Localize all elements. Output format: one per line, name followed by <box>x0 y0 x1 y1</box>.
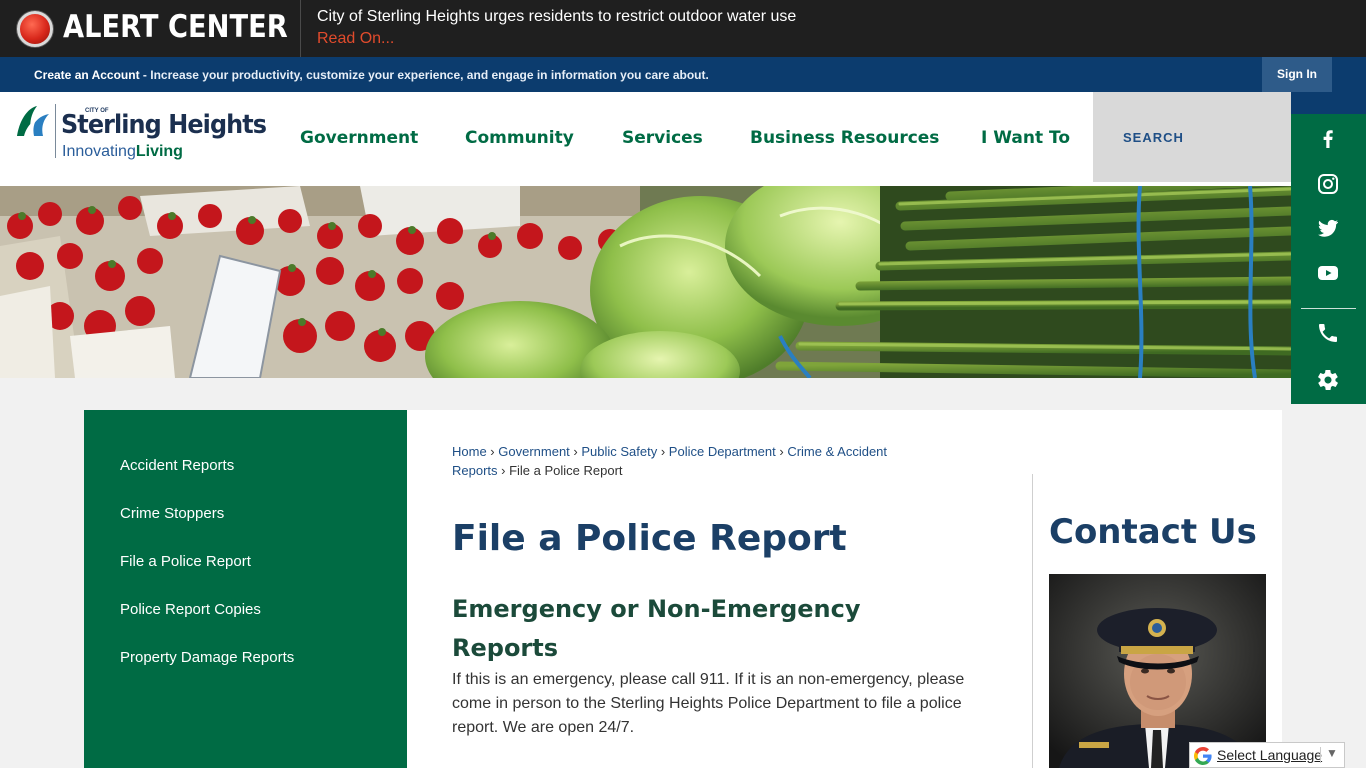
nav-community[interactable]: Community <box>465 128 574 148</box>
create-account-link[interactable]: Create an Account <box>34 68 140 82</box>
account-message: Create an Account - Increase your produc… <box>34 68 709 82</box>
site-logo[interactable]: CITY OF Sterling Heights InnovatingLivin… <box>15 102 267 162</box>
nav-services[interactable]: Services <box>622 128 703 148</box>
facebook-icon[interactable] <box>1316 126 1340 150</box>
column-divider <box>1032 474 1033 768</box>
breadcrumb-government[interactable]: Government <box>498 444 570 459</box>
youtube-icon[interactable] <box>1316 261 1340 285</box>
sidenav-file-a-police-report[interactable]: File a Police Report <box>120 553 251 570</box>
social-rail-divider <box>1301 308 1356 309</box>
contact-us-title: Contact Us <box>1049 512 1257 552</box>
chevron-down-icon[interactable]: ▼ <box>1326 746 1338 760</box>
nav-business-resources[interactable]: Business Resources <box>750 128 939 148</box>
officer-portrait-illustration <box>1049 574 1266 768</box>
sidenav-crime-stoppers[interactable]: Crime Stoppers <box>120 505 224 522</box>
sign-in-button[interactable]: Sign In <box>1262 57 1332 92</box>
section-side-nav: Accident Reports Crime Stoppers File a P… <box>84 410 407 768</box>
alert-headline[interactable]: City of Sterling Heights urges residents… <box>317 8 796 26</box>
logo-tagline: InnovatingLiving <box>62 143 183 161</box>
gear-icon[interactable] <box>1316 368 1340 392</box>
search-input[interactable]: SEARCH <box>1093 92 1292 182</box>
site-header: CITY OF Sterling Heights InnovatingLivin… <box>0 92 1292 186</box>
search-label: SEARCH <box>1123 130 1184 145</box>
social-rail <box>1291 92 1366 404</box>
logo-mark-icon <box>17 106 49 136</box>
hero-produce-illustration <box>0 186 1292 378</box>
logo-tagline-bold: Living <box>135 143 183 160</box>
section-subtitle: Emergency or Non-Emergency Reports <box>452 595 861 662</box>
sidenav-police-report-copies[interactable]: Police Report Copies <box>120 601 261 618</box>
instagram-icon[interactable] <box>1316 172 1340 196</box>
logo-tagline-prefix: Innovating <box>62 143 136 160</box>
logo-divider <box>55 104 56 158</box>
page-title: File a Police Report <box>452 518 847 559</box>
account-bar: Create an Account - Increase your produc… <box>0 57 1366 92</box>
alert-light-icon <box>17 11 53 47</box>
breadcrumb-home[interactable]: Home <box>452 444 487 459</box>
sidenav-accident-reports[interactable]: Accident Reports <box>120 457 234 474</box>
breadcrumb: Home › Government › Public Safety › Poli… <box>452 444 888 478</box>
social-rail-body <box>1291 114 1366 404</box>
twitter-icon[interactable] <box>1316 216 1340 240</box>
breadcrumb-police-department[interactable]: Police Department <box>669 444 776 459</box>
breadcrumb-public-safety[interactable]: Public Safety <box>581 444 657 459</box>
nav-i-want-to[interactable]: I Want To <box>981 128 1070 148</box>
body-paragraph: If this is an emergency, please call 911… <box>452 671 965 736</box>
nav-government[interactable]: Government <box>300 128 418 148</box>
select-language-label[interactable]: Select Language <box>1217 747 1322 763</box>
breadcrumb-current: File a Police Report <box>509 463 623 478</box>
translate-separator <box>1320 747 1321 763</box>
logo-name: Sterling Heights <box>61 110 267 140</box>
select-language-dropdown[interactable]: Select Language ▼ <box>1189 742 1345 768</box>
hero-banner-image <box>0 186 1292 378</box>
account-message-text: - Increase your productivity, customize … <box>139 68 709 82</box>
alert-center-title[interactable]: ALERT CENTER <box>63 9 288 45</box>
alert-divider <box>300 0 301 57</box>
contact-portrait-image <box>1049 574 1266 768</box>
main-content: Home › Government › Public Safety › Poli… <box>407 410 1282 768</box>
social-rail-top <box>1291 92 1366 114</box>
alert-bar: ALERT CENTER City of Sterling Heights ur… <box>0 0 1366 57</box>
alert-read-on-link[interactable]: Read On... <box>317 30 394 48</box>
sidenav-property-damage-reports[interactable]: Property Damage Reports <box>120 649 294 666</box>
google-icon <box>1194 747 1212 765</box>
phone-icon[interactable] <box>1316 321 1340 345</box>
